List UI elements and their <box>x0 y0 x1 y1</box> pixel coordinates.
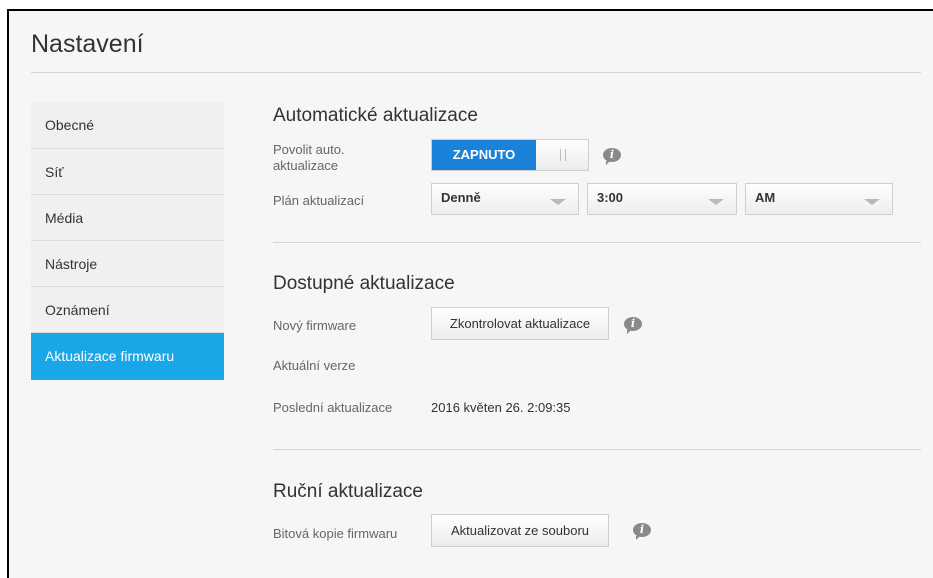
auto-update-toggle[interactable]: ZAPNUTO <box>431 139 589 171</box>
current-version-label: Aktuální verze <box>273 358 356 373</box>
section-title-auto-updates: Automatické aktualizace <box>273 105 478 126</box>
last-update-value: 2016 květen 26. 2:09:35 <box>431 400 571 415</box>
title-divider <box>31 72 921 73</box>
sidebar-item-firmware-update[interactable]: Aktualizace firmwaru <box>31 333 224 380</box>
time-select[interactable]: 3:00 <box>587 183 737 215</box>
chevron-down-icon <box>864 199 880 205</box>
new-firmware-label: Nový firmware <box>273 318 357 333</box>
last-update-label: Poslední aktualizace <box>273 400 393 415</box>
settings-sidebar: Obecné Síť Média Nástroje Oznámení Aktua… <box>31 102 224 380</box>
sidebar-item-notifications[interactable]: Oznámení <box>31 287 224 333</box>
info-icon[interactable]: i <box>633 523 651 540</box>
info-icon[interactable]: i <box>624 317 642 334</box>
section-title-available-updates: Dostupné aktualizace <box>273 273 455 294</box>
firmware-image-label: Bitová kopie firmwaru <box>273 526 398 541</box>
section-title-manual-update: Ruční aktualizace <box>273 481 423 502</box>
update-from-file-button[interactable]: Aktualizovat ze souboru <box>431 514 609 547</box>
chevron-down-icon <box>708 199 724 205</box>
check-updates-button[interactable]: Zkontrolovat aktualizace <box>431 307 609 340</box>
toggle-handle[interactable] <box>536 140 588 170</box>
sidebar-item-tools[interactable]: Nástroje <box>31 241 224 287</box>
frequency-select[interactable]: Denně <box>431 183 579 215</box>
toggle-on-label: ZAPNUTO <box>432 140 536 170</box>
schedule-label: Plán aktualizací <box>273 193 365 208</box>
period-select[interactable]: AM <box>745 183 893 215</box>
frequency-select-value: Denně <box>441 190 481 205</box>
section-divider <box>273 242 921 243</box>
sidebar-item-general[interactable]: Obecné <box>31 102 224 149</box>
time-select-value: 3:00 <box>597 190 624 205</box>
sidebar-item-media[interactable]: Média <box>31 195 224 241</box>
enable-auto-update-label: Povolit auto. aktualizace <box>273 142 345 173</box>
chevron-down-icon <box>550 199 566 205</box>
page-title: Nastavení <box>31 30 144 58</box>
period-select-value: AM <box>755 190 776 205</box>
section-divider <box>273 449 921 450</box>
info-icon[interactable]: i <box>603 148 621 165</box>
sidebar-item-network[interactable]: Síť <box>31 149 224 195</box>
